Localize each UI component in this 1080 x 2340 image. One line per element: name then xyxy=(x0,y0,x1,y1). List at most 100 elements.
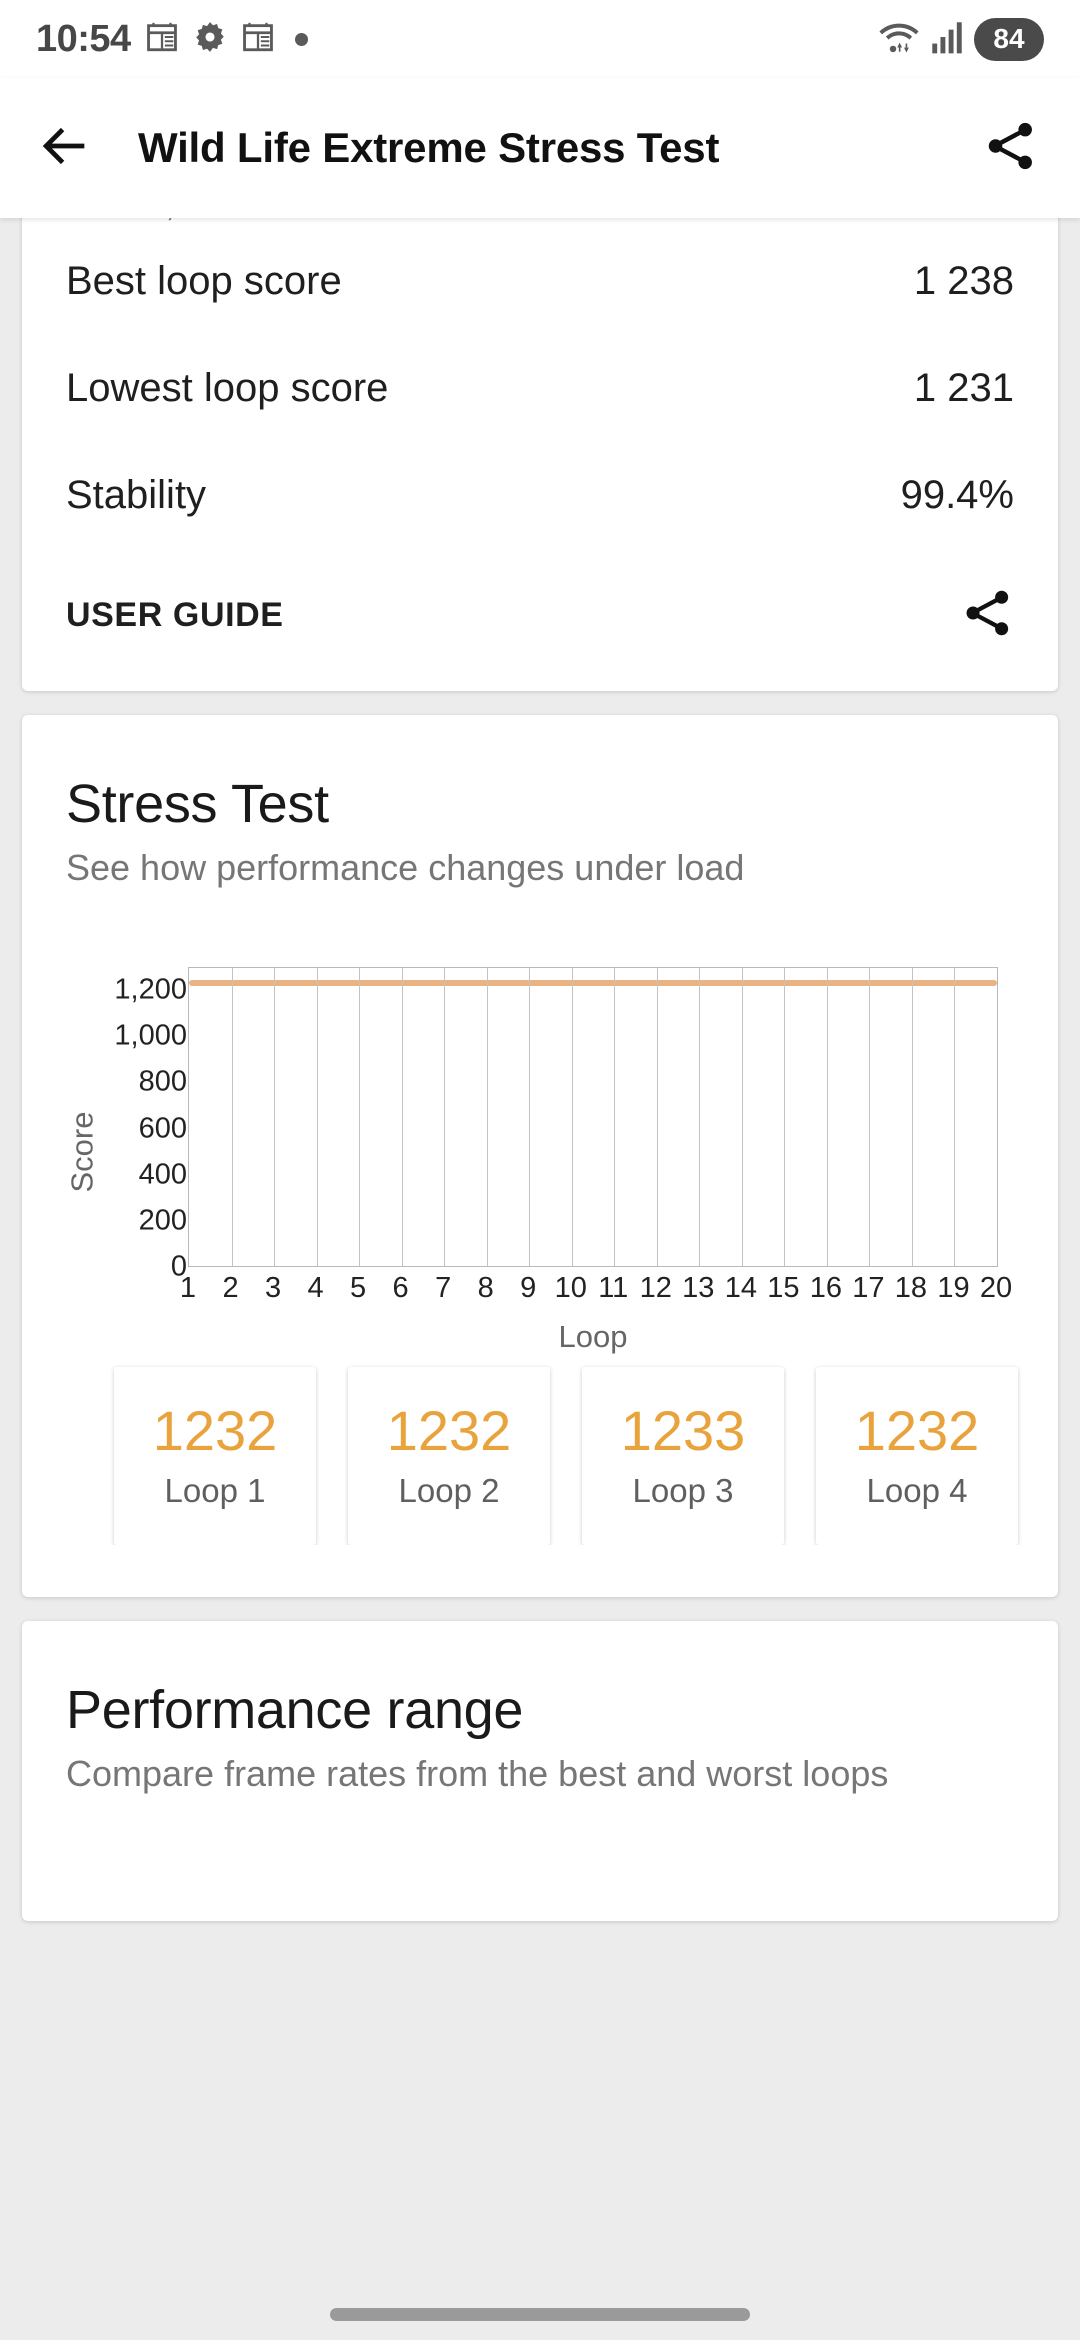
chart-gridline xyxy=(784,968,786,1266)
stress-test-title: Stress Test xyxy=(66,774,329,834)
chart-x-tick: 19 xyxy=(937,1272,970,1304)
chart-x-tick: 2 xyxy=(222,1272,239,1304)
score-summary-card: Mar 15, 2025 10:51 Best loop score 1 238… xyxy=(22,218,1058,691)
gear-icon xyxy=(193,20,227,59)
chart-gridline xyxy=(571,968,573,1266)
chart-x-tick: 6 xyxy=(392,1272,409,1304)
status-bar: 10:54 84 xyxy=(0,0,1080,78)
page-title: Wild Life Extreme Stress Test xyxy=(138,124,720,171)
performance-range-subtitle: Compare frame rates from the best and wo… xyxy=(66,1753,889,1794)
chart-x-tick: 4 xyxy=(307,1272,324,1304)
performance-range-title: Performance range xyxy=(66,1680,524,1740)
chart-gridline xyxy=(699,968,701,1266)
dot-icon xyxy=(294,32,308,46)
chart-gridline xyxy=(656,968,658,1266)
chart-x-tick: 5 xyxy=(350,1272,367,1304)
status-bar-clock: 10:54 xyxy=(36,17,131,60)
user-guide-button[interactable]: USER GUIDE xyxy=(66,596,284,635)
chart-x-tick: 13 xyxy=(682,1272,715,1304)
summary-row-label: Stability xyxy=(66,473,207,517)
stress-test-subtitle: See how performance changes under load xyxy=(66,847,745,888)
chart-gridline xyxy=(486,968,488,1266)
summary-row-label: Lowest loop score xyxy=(66,366,389,410)
loop-score-list[interactable]: 1232 Loop 1 1232 Loop 2 1233 Loop 3 1232… xyxy=(22,1337,1058,1545)
back-button[interactable] xyxy=(0,117,130,180)
chart-x-tick: 12 xyxy=(639,1272,672,1304)
chart-score-line xyxy=(189,980,997,987)
chart-gridline xyxy=(826,968,828,1266)
chart-y-tick: 1,000 xyxy=(114,1019,187,1052)
status-bar-right: 84 xyxy=(878,17,1044,62)
battery-indicator: 84 xyxy=(974,17,1044,61)
chart-x-tick: 14 xyxy=(724,1272,757,1304)
list-item[interactable]: 1232 Loop 2 xyxy=(348,1367,550,1545)
cellular-signal-icon xyxy=(930,19,964,60)
screen-root: 10:54 84 Wild Life Extreme Stress Test B… xyxy=(0,0,1080,2340)
chart-x-tick: 1 xyxy=(179,1272,197,1304)
chart-x-tick: 16 xyxy=(809,1272,843,1304)
chart-x-tick: 7 xyxy=(435,1272,452,1304)
share-icon xyxy=(982,118,1038,179)
loop-score-value: 1232 xyxy=(386,1398,512,1462)
loop-score-value: 1232 xyxy=(854,1398,980,1462)
chart-plot-area xyxy=(188,967,998,1267)
chart-x-tick: 17 xyxy=(852,1272,885,1304)
chart-gridline xyxy=(401,968,403,1266)
chart-gridline xyxy=(274,968,276,1266)
performance-range-axis-tick: 10 xyxy=(22,1795,1058,1873)
share-icon[interactable] xyxy=(960,586,1014,645)
result-timestamp: Mar 15, 2025 10:51 xyxy=(22,218,1058,228)
chart-gridline xyxy=(231,968,233,1266)
chart-x-tick: 15 xyxy=(767,1272,800,1304)
loop-score-label: Loop 2 xyxy=(398,1472,500,1510)
chart-y-tick: 600 xyxy=(138,1112,187,1145)
list-item[interactable]: 1232 Loop 1 xyxy=(114,1367,316,1545)
list-item[interactable]: 1232 Loop 4 xyxy=(816,1367,1018,1545)
chart-x-axis-ticks: 1 2 3 4 5 6 7 8 9 10 11 12 13 14 15 16 17 18 19 20 xyxy=(180,1272,1012,1316)
chart-y-axis-ticks: 0 200 400 600 800 1,000 1,200 xyxy=(77,967,187,1283)
stress-test-card: Stress Test See how performance changes … xyxy=(22,715,1058,1597)
app-bar: Wild Life Extreme Stress Test xyxy=(0,78,1080,218)
summary-row-best-loop-score: Best loop score 1 238 xyxy=(22,228,1058,335)
chart-gridline xyxy=(911,968,913,1266)
chart-gridline xyxy=(954,968,956,1266)
chart-x-tick: 3 xyxy=(264,1272,282,1304)
calendar-icon xyxy=(241,20,275,59)
scroll-content[interactable]: Mar 15, 2025 10:51 Best loop score 1 238… xyxy=(0,218,1080,2340)
wifi-icon xyxy=(878,17,920,62)
loop-score-value: 1232 xyxy=(152,1398,278,1462)
summary-row-value: 1 238 xyxy=(913,259,1014,303)
home-gesture-pill[interactable] xyxy=(330,2307,750,2321)
status-bar-left: 10:54 xyxy=(36,18,308,61)
chart-y-tick: 400 xyxy=(138,1158,187,1191)
loop-score-label: Loop 4 xyxy=(866,1472,968,1510)
user-guide-row: USER GUIDE xyxy=(22,549,1058,681)
chart-x-tick: 9 xyxy=(520,1272,537,1304)
back-arrow-icon xyxy=(36,117,94,180)
performance-range-card: Performance range Compare frame rates fr… xyxy=(22,1621,1058,1921)
chart-gridline xyxy=(614,968,616,1266)
chart-x-axis-label: Loop xyxy=(558,1319,628,1354)
list-item[interactable]: 1233 Loop 3 xyxy=(582,1367,784,1545)
chart-x-tick: 11 xyxy=(598,1272,629,1304)
system-navigation-bar xyxy=(0,2288,1080,2340)
chart-gridline xyxy=(316,968,318,1266)
summary-row-value: 99.4% xyxy=(900,473,1014,517)
summary-row-value: 1 231 xyxy=(913,366,1014,410)
chart-gridline xyxy=(529,968,531,1266)
chart-y-tick: 800 xyxy=(138,1065,187,1098)
chart-x-tick: 18 xyxy=(894,1272,928,1304)
chart-y-tick: 1,200 xyxy=(114,973,187,1006)
chart-x-tick: 10 xyxy=(554,1272,587,1304)
stress-test-chart: Score 0 200 400 600 800 1,000 1,200 1234567891… xyxy=(22,967,1058,1354)
chart-gridline xyxy=(359,968,361,1266)
chart-x-tick: 8 xyxy=(477,1272,494,1304)
chart-gridline xyxy=(869,968,871,1266)
share-button[interactable] xyxy=(940,118,1080,179)
chart-y-tick: 200 xyxy=(138,1204,187,1237)
loop-score-label: Loop 1 xyxy=(164,1472,266,1510)
chart-gridline xyxy=(444,968,446,1266)
loop-score-value: 1233 xyxy=(620,1398,746,1462)
loop-score-label: Loop 3 xyxy=(632,1472,734,1510)
calendar-icon xyxy=(145,20,179,59)
